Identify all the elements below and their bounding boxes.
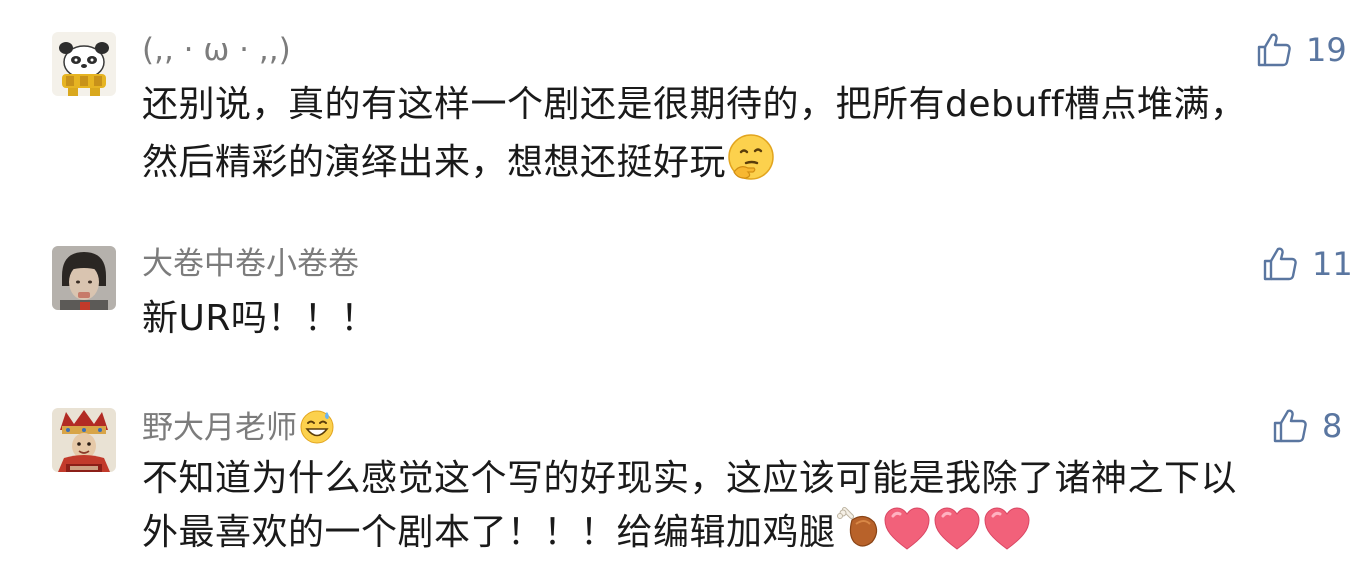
avatar[interactable] [52, 32, 116, 96]
avatar[interactable] [52, 246, 116, 310]
comment-line: 还别说，真的有这样一个剧还是很期待的，把所有debuff槽点堆满， [142, 84, 1247, 125]
panda-avatar-icon [52, 32, 116, 96]
like-count: 11 [1312, 245, 1353, 283]
costume-figure-avatar-icon [52, 408, 116, 472]
comment-line: 不知道为什么感觉这个写的好现实，这应该可能是我除了诸神之下以 [142, 458, 1238, 499]
comment-line-text: 然后精彩的演绎出来，想想还挺好玩 [142, 142, 727, 183]
comment-item: (,, · ω · ,,) 19 还别说，真的有这样一个剧还是很期待的，把所有d… [0, 0, 1360, 200]
comment-username[interactable]: (,, · ω · ,,) [142, 32, 291, 68]
like-button[interactable]: 8 [1272, 406, 1342, 446]
comment-text: 不知道为什么感觉这个写的好现实，这应该可能是我除了诸神之下以 外最喜欢的一个剧本… [142, 452, 1237, 568]
thumbs-up-icon [1263, 247, 1297, 281]
comment-username-text: 野大月老师 [142, 410, 297, 446]
comment-item: 野大月老师 8 不知道为什么感觉这个写的好现实，这应该可能是我除了诸神之下以 外… [0, 390, 1360, 588]
person-photo-avatar-icon [52, 246, 116, 310]
comment-line: 新UR吗！！！ [142, 298, 377, 339]
comment-text: 新UR吗！！！ [142, 292, 377, 346]
comment-username[interactable]: 大卷中卷小卷卷 [142, 246, 359, 282]
comment-line-text: 外最喜欢的一个剧本了！！！给编辑加鸡腿 [142, 512, 836, 553]
thinking-face-emoji-icon [726, 132, 776, 198]
thumbs-up-icon [1257, 33, 1291, 67]
like-count: 8 [1322, 407, 1343, 445]
grinning-sweat-emoji-icon [299, 408, 335, 444]
comment-text: 还别说，真的有这样一个剧还是很期待的，把所有debuff槽点堆满， 然后精彩的演… [142, 78, 1247, 198]
like-button[interactable]: 11 [1262, 244, 1353, 284]
heart-emoji-icon [982, 506, 1032, 568]
comment-line: 外最喜欢的一个剧本了！！！给编辑加鸡腿 [142, 506, 1237, 568]
like-count: 19 [1306, 31, 1347, 69]
heart-emoji-icon [882, 506, 932, 568]
drumstick-emoji-icon [836, 506, 882, 568]
thumbs-up-icon [1273, 409, 1307, 443]
comment-line: 然后精彩的演绎出来，想想还挺好玩 [142, 132, 1247, 198]
heart-emoji-icon [932, 506, 982, 568]
like-button[interactable]: 19 [1256, 30, 1347, 70]
comment-item: 大卷中卷小卷卷 11 新UR吗！！！ [0, 220, 1360, 380]
comment-username[interactable]: 野大月老师 [142, 408, 335, 446]
avatar[interactable] [52, 408, 116, 472]
